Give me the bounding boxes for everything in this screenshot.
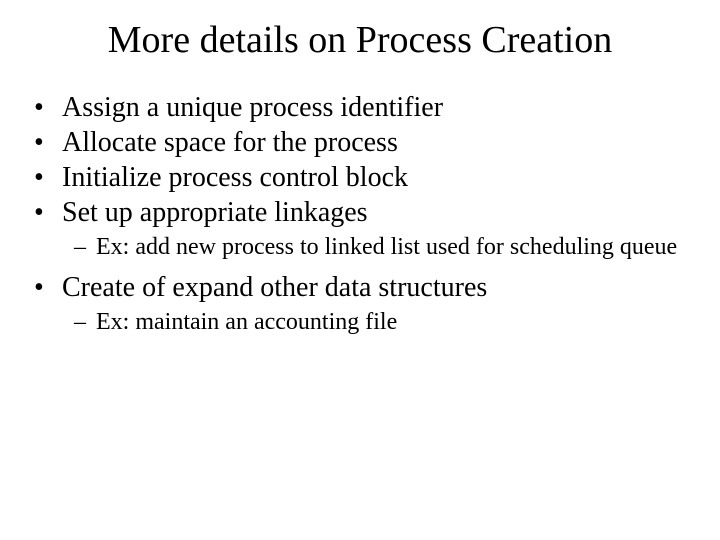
bullet-icon: • xyxy=(34,160,62,195)
bullet-item: • Assign a unique process identifier xyxy=(34,90,690,125)
bullet-text: Assign a unique process identifier xyxy=(62,90,690,125)
bullet-item: • Create of expand other data structures xyxy=(34,270,690,305)
dash-icon: – xyxy=(74,232,96,262)
bullet-item: • Initialize process control block xyxy=(34,160,690,195)
slide-content: • Assign a unique process identifier • A… xyxy=(30,90,690,337)
sub-bullet-text: Ex: maintain an accounting file xyxy=(96,307,690,337)
bullet-icon: • xyxy=(34,270,62,305)
sub-bullet-item: – Ex: maintain an accounting file xyxy=(34,307,690,337)
sub-bullet-text: Ex: add new process to linked list used … xyxy=(96,232,690,262)
bullet-icon: • xyxy=(34,125,62,160)
bullet-item: • Set up appropriate linkages xyxy=(34,195,690,230)
bullet-text: Initialize process control block xyxy=(62,160,690,195)
bullet-text: Allocate space for the process xyxy=(62,125,690,160)
bullet-icon: • xyxy=(34,90,62,125)
dash-icon: – xyxy=(74,307,96,337)
bullet-icon: • xyxy=(34,195,62,230)
bullet-text: Set up appropriate linkages xyxy=(62,195,690,230)
sub-bullet-item: – Ex: add new process to linked list use… xyxy=(34,232,690,262)
bullet-item: • Allocate space for the process xyxy=(34,125,690,160)
slide-title: More details on Process Creation xyxy=(30,18,690,62)
bullet-text: Create of expand other data structures xyxy=(62,270,690,305)
